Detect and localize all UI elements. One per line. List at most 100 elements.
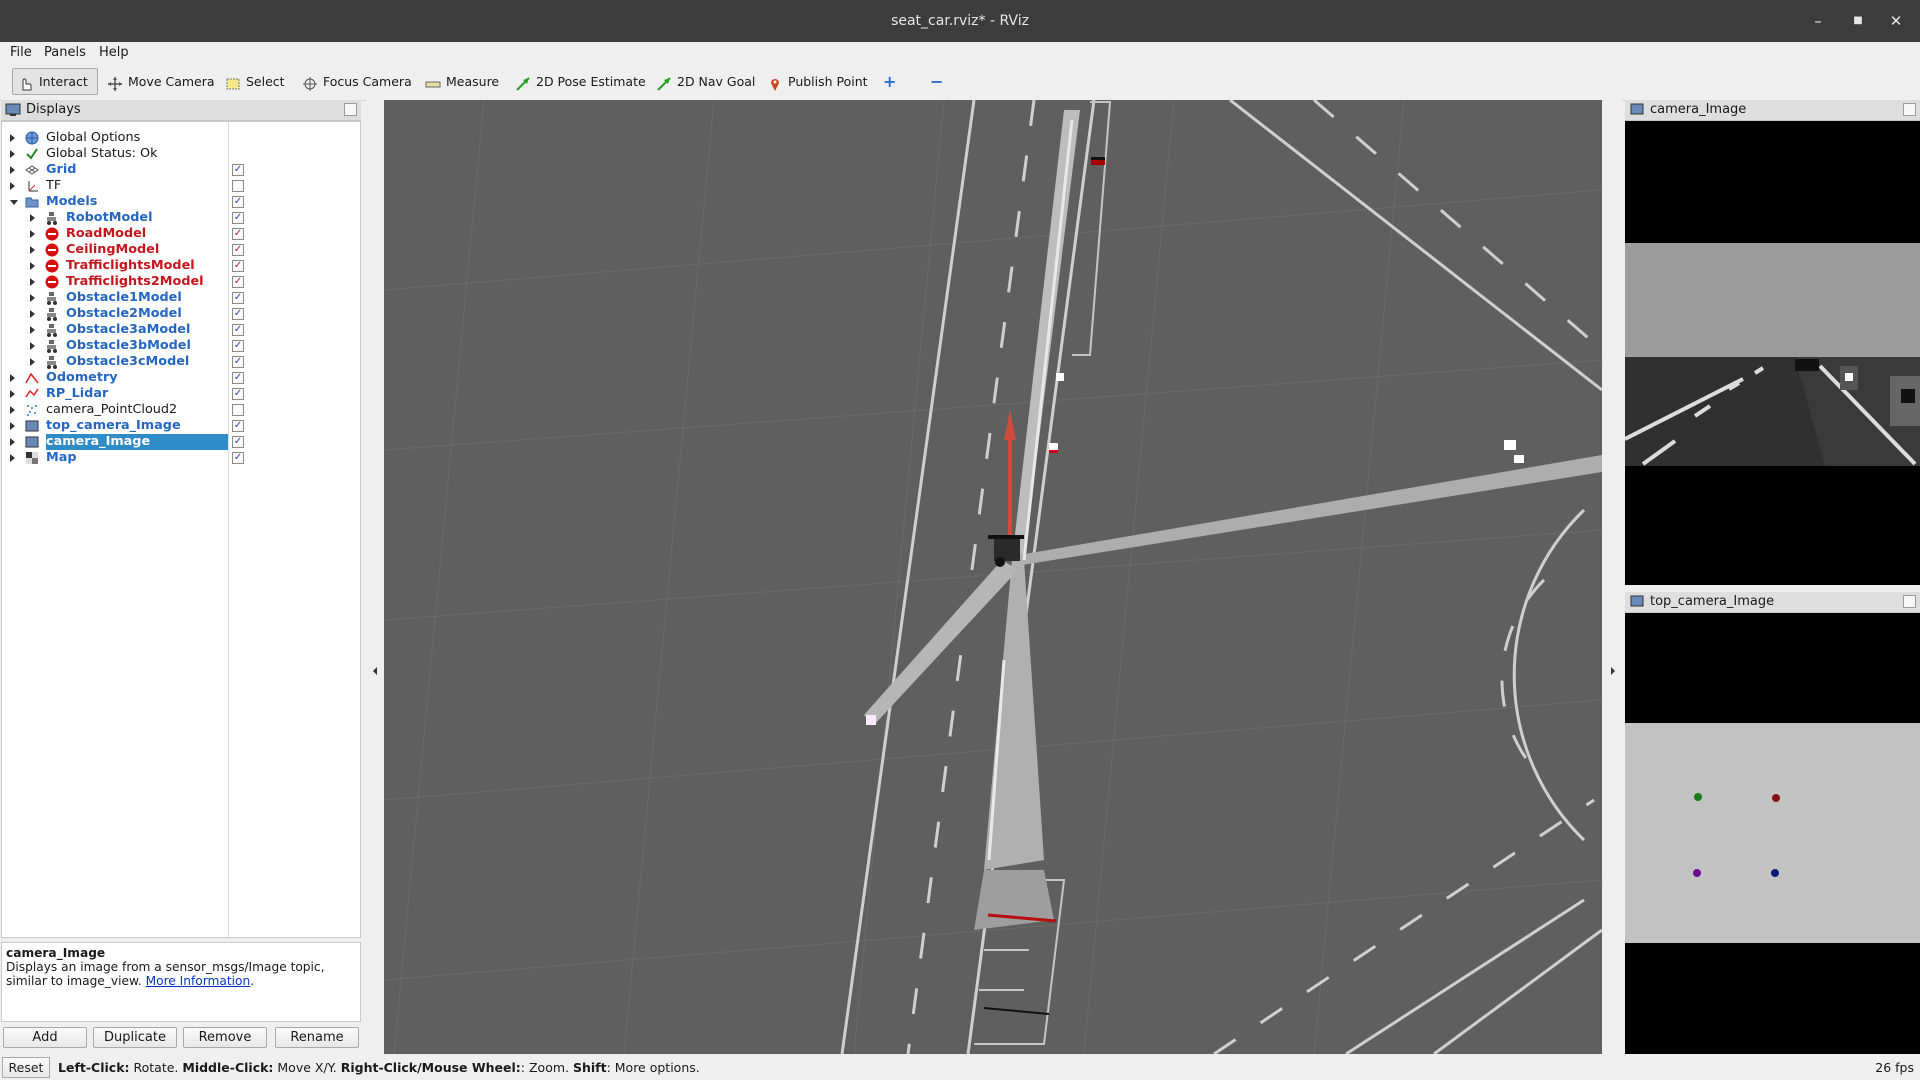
expand-arrow-icon[interactable] <box>10 438 15 446</box>
enable-checkbox[interactable]: ✓ <box>232 420 244 432</box>
enable-checkbox[interactable]: ✓ <box>232 164 244 176</box>
left-splitter[interactable] <box>366 100 384 1055</box>
measure-tool[interactable]: Measure <box>420 68 504 95</box>
close-button[interactable]: ✕ <box>1878 0 1914 42</box>
rename-button[interactable]: Rename <box>275 1027 359 1048</box>
description-title: camera_Image <box>6 946 106 960</box>
expand-arrow-icon[interactable] <box>10 182 15 190</box>
monitor-icon <box>5 102 21 118</box>
enable-checkbox[interactable]: ✓ <box>232 196 244 208</box>
expand-arrow-icon[interactable] <box>10 390 15 398</box>
display-row[interactable]: Models ✓ <box>2 194 360 210</box>
display-row[interactable]: Obstacle1Model ✓ <box>2 290 360 306</box>
enable-checkbox[interactable]: ✓ <box>232 324 244 336</box>
nav-goal-tool[interactable]: 2D Nav Goal <box>651 68 760 95</box>
display-label: Obstacle2Model <box>66 306 182 321</box>
enable-checkbox[interactable]: ✓ <box>232 292 244 304</box>
display-label: camera_PointCloud2 <box>46 402 178 417</box>
remove-button[interactable]: Remove <box>183 1027 267 1048</box>
expand-arrow-icon[interactable] <box>10 374 15 382</box>
displays-float-button[interactable] <box>344 103 357 116</box>
more-information-link[interactable]: More Information <box>146 974 251 988</box>
enable-checkbox[interactable]: ✓ <box>232 308 244 320</box>
displays-tree[interactable]: Global Options Global Status: Ok Grid ✓ TF Mo… <box>1 121 361 938</box>
right-splitter[interactable] <box>1604 100 1622 1055</box>
minimize-button[interactable]: – <box>1800 0 1836 42</box>
pose-estimate-tool[interactable]: 2D Pose Estimate <box>510 68 651 95</box>
expand-arrow-icon[interactable] <box>10 134 15 142</box>
menu-file[interactable]: File <box>10 42 32 64</box>
display-row[interactable]: top_camera_Image ✓ <box>2 418 360 434</box>
enable-checkbox[interactable]: ✓ <box>232 340 244 352</box>
maximize-button[interactable]: ■ <box>1840 0 1876 42</box>
enable-checkbox[interactable]: ✓ <box>232 388 244 400</box>
expand-arrow-icon[interactable] <box>30 230 35 238</box>
expand-arrow-icon[interactable] <box>10 166 15 174</box>
add-tool-button[interactable]: + <box>878 68 901 95</box>
display-label: camera_Image <box>46 434 228 450</box>
render-viewport[interactable] <box>384 100 1602 1054</box>
expand-arrow-icon[interactable] <box>30 246 35 254</box>
display-row[interactable]: Global Options <box>2 130 360 146</box>
reset-button[interactable]: Reset <box>2 1057 50 1078</box>
focus-camera-tool[interactable]: Focus Camera <box>297 68 417 95</box>
expand-arrow-icon[interactable] <box>10 406 15 414</box>
expand-arrow-icon[interactable] <box>10 422 15 430</box>
select-tool[interactable]: Select <box>220 68 290 95</box>
expand-arrow-icon[interactable] <box>30 294 35 302</box>
expand-arrow-icon[interactable] <box>30 326 35 334</box>
display-row[interactable]: Obstacle2Model ✓ <box>2 306 360 322</box>
expand-arrow-icon[interactable] <box>30 310 35 318</box>
enable-checkbox[interactable]: ✓ <box>232 372 244 384</box>
display-row[interactable]: RobotModel ✓ <box>2 210 360 226</box>
display-row[interactable]: camera_Image ✓ <box>2 434 360 450</box>
enable-checkbox[interactable]: ✓ <box>232 276 244 288</box>
display-row[interactable]: Obstacle3bModel ✓ <box>2 338 360 354</box>
enable-checkbox[interactable]: ✓ <box>232 212 244 224</box>
nav-goal-label: 2D Nav Goal <box>677 74 756 89</box>
top-camera-float-button[interactable] <box>1903 595 1916 608</box>
expand-arrow-icon[interactable] <box>10 150 15 158</box>
display-row[interactable]: Global Status: Ok <box>2 146 360 162</box>
expand-arrow-icon[interactable] <box>30 262 35 270</box>
display-row[interactable]: RP_Lidar ✓ <box>2 386 360 402</box>
enable-checkbox[interactable]: ✓ <box>232 436 244 448</box>
move-camera-tool[interactable]: Move Camera <box>102 68 220 95</box>
enable-checkbox[interactable] <box>232 404 244 416</box>
displays-title: Displays <box>26 102 81 117</box>
fps-counter: 26 fps <box>1875 1060 1914 1075</box>
expand-arrow-icon[interactable] <box>30 214 35 222</box>
display-row[interactable]: camera_PointCloud2 <box>2 402 360 418</box>
expand-arrow-icon[interactable] <box>30 342 35 350</box>
enable-checkbox[interactable]: ✓ <box>232 260 244 272</box>
display-row[interactable]: Map ✓ <box>2 450 360 466</box>
enable-checkbox[interactable]: ✓ <box>232 244 244 256</box>
menu-help[interactable]: Help <box>99 42 129 64</box>
publish-point-tool[interactable]: Publish Point <box>762 68 873 95</box>
duplicate-button[interactable]: Duplicate <box>93 1027 177 1048</box>
display-row[interactable]: TF <box>2 178 360 194</box>
enable-checkbox[interactable] <box>232 180 244 192</box>
enable-checkbox[interactable]: ✓ <box>232 356 244 368</box>
menu-panels[interactable]: Panels <box>44 42 86 64</box>
camera-image-float-button[interactable] <box>1903 103 1916 116</box>
enable-checkbox[interactable]: ✓ <box>232 452 244 464</box>
expand-arrow-icon[interactable] <box>10 454 15 462</box>
enable-checkbox[interactable]: ✓ <box>232 228 244 240</box>
collapse-arrow-icon[interactable] <box>10 200 18 205</box>
display-row[interactable]: TrafficlightsModel ✓ <box>2 258 360 274</box>
display-row[interactable]: Obstacle3aModel ✓ <box>2 322 360 338</box>
display-row[interactable]: CeilingModel ✓ <box>2 242 360 258</box>
add-button[interactable]: Add <box>3 1027 87 1048</box>
camera-image-title: camera_Image <box>1650 102 1747 117</box>
remove-tool-button[interactable]: − <box>925 68 948 95</box>
display-row[interactable]: RoadModel ✓ <box>2 226 360 242</box>
display-row[interactable]: Obstacle3cModel ✓ <box>2 354 360 370</box>
display-row[interactable]: Trafficlights2Model ✓ <box>2 274 360 290</box>
expand-arrow-icon[interactable] <box>30 358 35 366</box>
checkmark-icon <box>25 147 39 161</box>
interact-tool[interactable]: Interact <box>12 68 98 95</box>
display-row[interactable]: Grid ✓ <box>2 162 360 178</box>
display-row[interactable]: Odometry ✓ <box>2 370 360 386</box>
expand-arrow-icon[interactable] <box>30 278 35 286</box>
